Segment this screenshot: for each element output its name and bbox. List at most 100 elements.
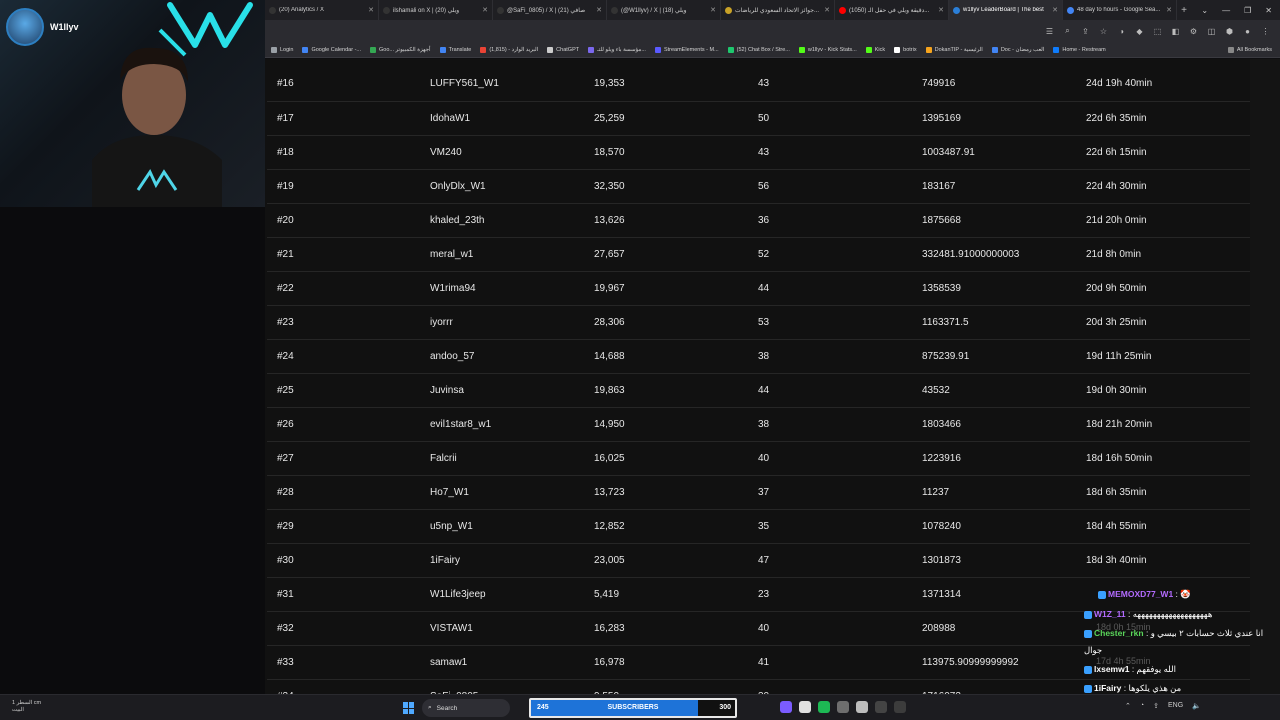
menu-icon[interactable]: ☰ bbox=[1045, 27, 1054, 36]
weather-widget[interactable]: السطر 1 cm البيت bbox=[12, 700, 41, 714]
bookmark-item[interactable]: ChatGPT bbox=[547, 46, 579, 53]
browser-tab[interactable]: w1llyv LeaderBoard | The best ✕ bbox=[949, 0, 1063, 20]
username-cell: Ho7_W1 bbox=[430, 486, 469, 498]
extension-icon[interactable]: ⬚ bbox=[1153, 27, 1162, 36]
username-cell: Juvinsa bbox=[430, 384, 464, 396]
points-cell: 875239.91 bbox=[922, 350, 970, 362]
bookmark-item[interactable]: (52) Chat Box / Stre... bbox=[727, 46, 790, 53]
rank-cell: #31 bbox=[277, 588, 294, 600]
bookmark-star-icon[interactable]: ☆ bbox=[1099, 27, 1108, 36]
bookmark-label: مؤسسة باء ويلو للتـ... bbox=[597, 46, 646, 53]
bookmark-item[interactable]: Kick bbox=[865, 46, 885, 53]
bookmark-item[interactable]: StreamElements - M... bbox=[654, 46, 719, 53]
close-tab-icon[interactable]: ✕ bbox=[1166, 6, 1172, 14]
watchtime-cell: 18d 16h 50min bbox=[1086, 452, 1153, 464]
tray-icon[interactable]: ⌃ bbox=[1125, 702, 1131, 710]
bookmark-item[interactable]: Home - Restream bbox=[1053, 46, 1106, 53]
chat-separator: : bbox=[1125, 609, 1133, 619]
extension-icon[interactable]: ◫ bbox=[1207, 27, 1216, 36]
chat-text: من هذي يلكوها bbox=[1128, 683, 1182, 693]
tray-icon[interactable]: ⇪ bbox=[1153, 702, 1159, 710]
bookmark-label: botrix bbox=[903, 46, 917, 53]
bookmark-favicon-icon bbox=[798, 46, 805, 53]
chat-text: انا عندي ثلاث حسابات ٢ بيسي و bbox=[1150, 628, 1264, 638]
new-tab-button[interactable]: + bbox=[1177, 5, 1191, 16]
tray-icon[interactable]: ENG bbox=[1168, 702, 1183, 710]
messages-cell: 5,419 bbox=[594, 588, 620, 600]
points-cell: 113975.90999999992 bbox=[922, 656, 1019, 668]
close-tab-icon[interactable]: ✕ bbox=[1052, 6, 1058, 14]
bookmark-item[interactable]: DokanTIP - الرئيسية bbox=[925, 46, 983, 53]
bookmark-favicon-icon bbox=[865, 46, 872, 53]
table-row: #23 iyorrr 28,306 53 1163371.5 20d 3h 25min bbox=[267, 305, 1250, 339]
bookmark-item[interactable]: w1llyv - Kick Stats... bbox=[798, 46, 857, 53]
extension-icon[interactable]: ⬢ bbox=[1225, 27, 1234, 36]
close-tab-icon[interactable]: ✕ bbox=[596, 6, 602, 14]
chat-username: MEMOXD77_W1 bbox=[1108, 589, 1174, 599]
windows-start-icon[interactable] bbox=[403, 702, 415, 714]
tray-icon[interactable]: 🔈 bbox=[1192, 702, 1201, 710]
bookmark-favicon-icon bbox=[588, 46, 595, 53]
window-control-button[interactable]: ✕ bbox=[1265, 6, 1272, 15]
close-tab-icon[interactable]: ✕ bbox=[938, 6, 944, 14]
bookmark-label: Google Calendar -... bbox=[311, 46, 361, 53]
browser-tab[interactable]: ilshamali on X | ويلي (20) ✕ bbox=[379, 0, 493, 20]
taskbar-search-box[interactable]: ⌕ Search bbox=[422, 699, 510, 717]
table-row: #30 1iFairy 23,005 47 1301873 18d 3h 40min bbox=[267, 543, 1250, 577]
extension-icon[interactable]: ⚙ bbox=[1189, 27, 1198, 36]
app-icon[interactable] bbox=[875, 701, 887, 713]
close-tab-icon[interactable]: ✕ bbox=[482, 6, 488, 14]
chat-username: lxsemw1 bbox=[1094, 664, 1130, 674]
share-icon[interactable]: ⇪ bbox=[1081, 27, 1090, 36]
browser-tab[interactable]: (1050) دقيقة ويلي في حفل الـ... ✕ bbox=[835, 0, 949, 20]
browser-tab[interactable]: 48 day to hours - Google Sea... ✕ bbox=[1063, 0, 1177, 20]
zoom-icon[interactable]: ⌕ bbox=[1063, 26, 1072, 36]
obs-icon[interactable] bbox=[894, 701, 906, 713]
bookmark-item[interactable]: Doc - العب رمضان bbox=[991, 46, 1044, 53]
browser-tab[interactable]: (20) Analytics / X ✕ bbox=[265, 0, 379, 20]
chat-message: جوال bbox=[1084, 645, 1102, 656]
window-control-button[interactable]: — bbox=[1222, 6, 1230, 15]
window-control-button[interactable]: ⌄ bbox=[1201, 6, 1208, 15]
extension-icon[interactable]: ◆ bbox=[1135, 27, 1144, 36]
more-menu-icon[interactable]: ⋮ bbox=[1261, 27, 1270, 36]
browser-tab[interactable]: @SaFi_0805) / X | صافي (21) ✕ bbox=[493, 0, 607, 20]
points-cell: 43532 bbox=[922, 384, 950, 396]
app-icon[interactable] bbox=[837, 701, 849, 713]
tab-favicon-icon bbox=[953, 6, 960, 14]
chat-message: MEMOXD77_W1 : 🤡 bbox=[1098, 589, 1191, 600]
folder-icon bbox=[1227, 46, 1234, 53]
close-tab-icon[interactable]: ✕ bbox=[824, 6, 830, 14]
tab-favicon-icon bbox=[725, 6, 732, 14]
points-cell: 1078240 bbox=[922, 520, 961, 532]
close-tab-icon[interactable]: ✕ bbox=[710, 6, 716, 14]
bookmark-item[interactable]: Google Calendar -... bbox=[302, 46, 361, 53]
username-cell: meral_w1 bbox=[430, 248, 474, 260]
bookmark-item[interactable]: البريد الوارد - (1,815) bbox=[480, 46, 538, 53]
points-cell: 749916 bbox=[922, 78, 956, 90]
spotify-icon[interactable] bbox=[818, 701, 830, 713]
bookmark-label: (52) Chat Box / Stre... bbox=[736, 46, 790, 53]
points-cell: 1395169 bbox=[922, 112, 961, 124]
tab-label: جوائز الاتحاد السعودي للرياضات... bbox=[735, 7, 820, 14]
bookmark-label: w1llyv - Kick Stats... bbox=[807, 46, 857, 53]
tray-icon[interactable]: ◔ bbox=[1140, 702, 1144, 710]
bookmark-item[interactable]: botrix bbox=[894, 46, 917, 53]
browser-tab-bar: (20) Analytics / X ✕ ilshamali on X | ويلي… bbox=[265, 0, 1280, 20]
bookmark-item[interactable]: Goo... أجهزة الكمبيوتر bbox=[370, 46, 431, 53]
bookmark-item[interactable]: Translate bbox=[439, 46, 471, 53]
app-icon[interactable] bbox=[799, 701, 811, 713]
bookmark-item[interactable]: مؤسسة باء ويلو للتـ... bbox=[588, 46, 646, 53]
close-tab-icon[interactable]: ✕ bbox=[368, 6, 374, 14]
extension-icon[interactable]: ◑ bbox=[1117, 27, 1126, 36]
window-control-button[interactable]: ❐ bbox=[1244, 6, 1251, 15]
bookmark-item[interactable]: Login bbox=[271, 46, 293, 53]
browser-tab[interactable]: جوائز الاتحاد السعودي للرياضات... ✕ bbox=[721, 0, 835, 20]
browser-tab[interactable]: (@W1llyv) / X | ويلي (18) ✕ bbox=[607, 0, 721, 20]
app-icon[interactable] bbox=[780, 701, 792, 713]
profile-avatar-icon[interactable]: ● bbox=[1243, 27, 1252, 36]
app-icon[interactable] bbox=[856, 701, 868, 713]
table-row: #20 khaled_23th 13,626 36 1875668 21d 20h 0mi… bbox=[267, 203, 1250, 237]
extension-icon[interactable]: ◧ bbox=[1171, 27, 1180, 36]
all-bookmarks-button[interactable]: All Bookmarks bbox=[1227, 46, 1280, 53]
